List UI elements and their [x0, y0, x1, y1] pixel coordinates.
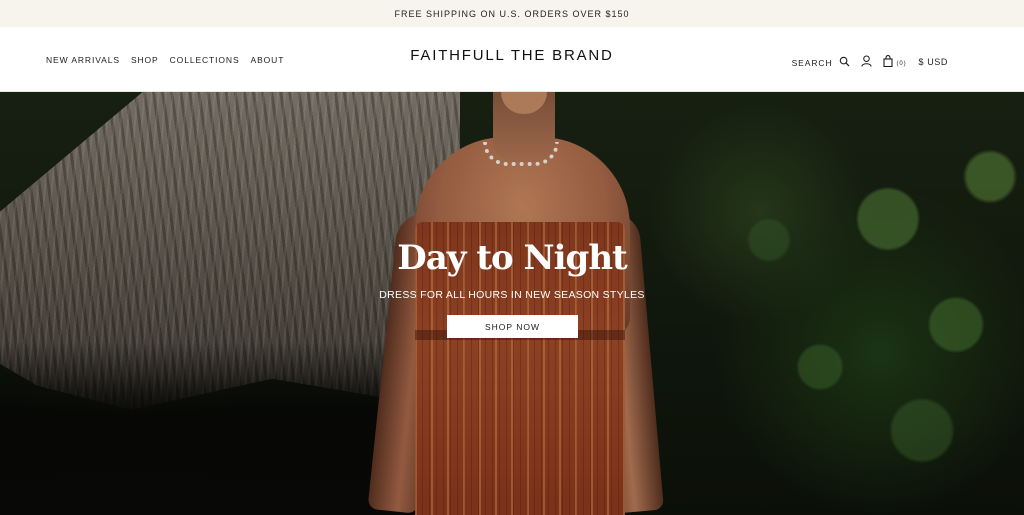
search-link[interactable]: SEARCH — [792, 58, 833, 68]
site-header: NEW ARRIVALS SHOP COLLECTIONS ABOUT FAIT… — [0, 27, 1024, 92]
account-icon[interactable] — [861, 55, 873, 67]
announcement-bar: FREE SHIPPING ON U.S. ORDERS OVER $150 — [0, 0, 1024, 27]
cart-count[interactable]: (0) — [896, 61, 906, 67]
currency-selector[interactable]: $ USD — [918, 57, 948, 67]
shop-now-button[interactable]: SHOP NOW — [447, 315, 578, 338]
announcement-text: FREE SHIPPING ON U.S. ORDERS OVER $150 — [394, 8, 630, 19]
hero-banner: Day to Night DRESS FOR ALL HOURS IN NEW … — [0, 92, 1024, 515]
hero-title: Day to Night — [397, 238, 628, 278]
search-icon[interactable] — [839, 56, 850, 67]
cart-icon[interactable] — [883, 55, 893, 67]
hero-subtitle: DRESS FOR ALL HOURS IN NEW SEASON STYLES — [379, 289, 645, 301]
header-utilities: SEARCH (0) $ USD — [792, 54, 948, 68]
